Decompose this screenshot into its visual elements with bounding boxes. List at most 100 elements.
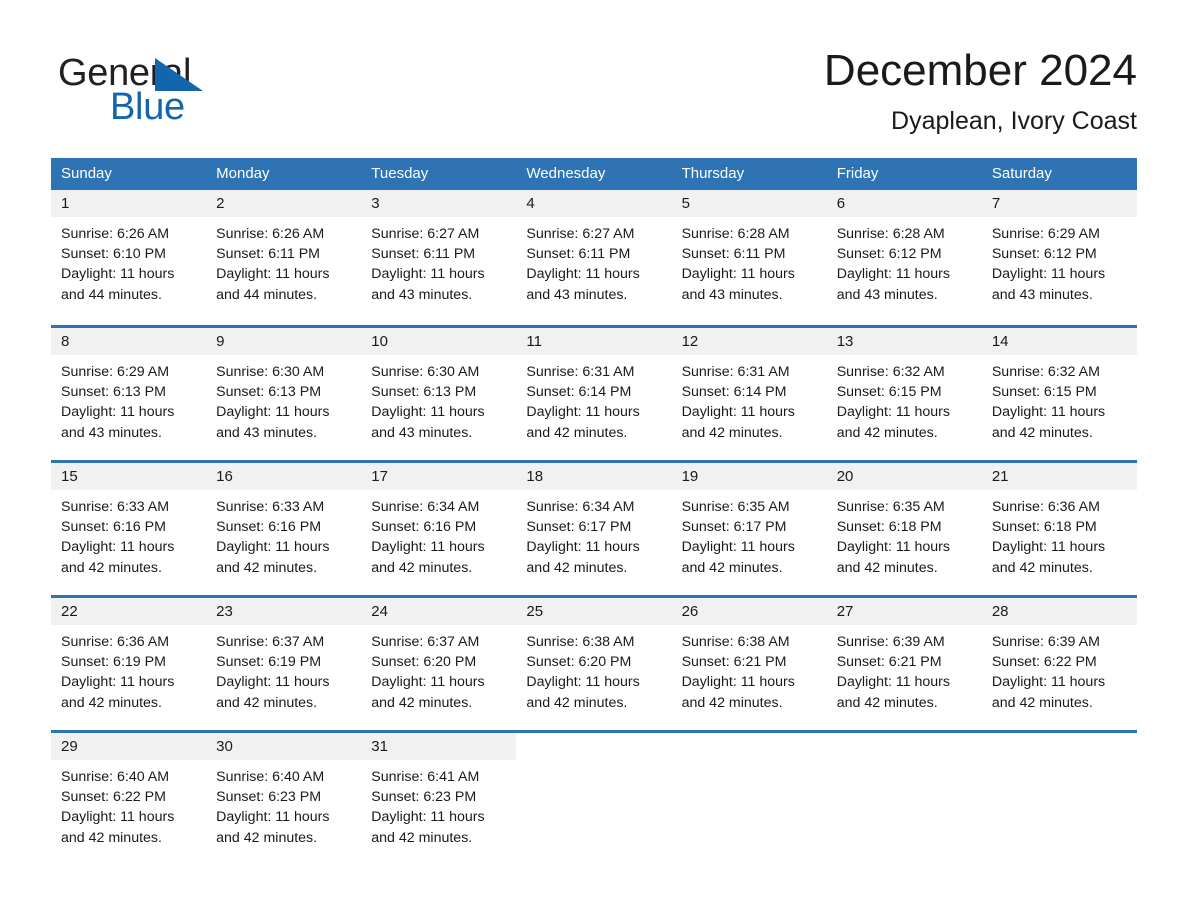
day-number: 29 xyxy=(61,738,78,755)
sunset-text: Sunset: 6:11 PM xyxy=(681,246,786,263)
calendar-day-cell[interactable]: 26 Sunrise: 6:38 AM Sunset: 6:21 PM Dayligh… xyxy=(671,598,827,726)
calendar-day-cell[interactable]: 25 Sunrise: 6:38 AM Sunset: 6:20 PM Dayligh… xyxy=(516,598,672,726)
day-number-band: 10 xyxy=(361,328,517,355)
daylight-text: Daylight: 11 hours and 43 minutes. xyxy=(371,404,485,441)
calendar-day-cell[interactable]: 30 Sunrise: 6:40 AM Sunset: 6:23 PM Dayligh… xyxy=(206,733,362,861)
generalblue-logo[interactable]: General Blue xyxy=(58,52,318,142)
day-number: 14 xyxy=(991,333,1009,350)
calendar-week-row: 15 Sunrise: 6:33 AM Sunset: 6:16 PM Dayligh… xyxy=(51,460,1137,591)
sunrise-text: Sunrise: 6:41 AM xyxy=(371,769,480,785)
calendar-day-cell[interactable]: 21 Sunrise: 6:36 AM Sunset: 6:18 PM Dayligh… xyxy=(981,463,1137,591)
day-number: 18 xyxy=(526,468,544,485)
sunset-text: Sunset: 6:16 PM xyxy=(216,519,322,536)
sunrise-text: Sunrise: 6:34 AM xyxy=(371,499,480,515)
day-number-band xyxy=(672,733,827,760)
calendar-day-cell[interactable]: 10 Sunrise: 6:30 AM Sunset: 6:13 PM Dayligh… xyxy=(361,328,517,456)
calendar-day-cell[interactable]: 31 Sunrise: 6:41 AM Sunset: 6:23 PM Dayligh… xyxy=(361,733,517,861)
calendar-day-cell[interactable]: 2 Sunrise: 6:26 AM Sunset: 6:11 PM Daylight… xyxy=(206,190,362,321)
sunrise-text: Sunrise: 6:31 AM xyxy=(681,364,790,380)
sunrise-text: Sunrise: 6:39 AM xyxy=(836,634,945,650)
day-number-band: 1 xyxy=(51,190,207,217)
calendar-day-cell[interactable]: 7 Sunrise: 6:29 AM Sunset: 6:12 PM Daylight… xyxy=(981,190,1137,321)
day-details: Sunrise: 6:28 AM Sunset: 6:12 PM Daylight:… xyxy=(827,217,982,305)
calendar-day-cell[interactable]: 23 Sunrise: 6:37 AM Sunset: 6:19 PM Dayligh… xyxy=(206,598,362,726)
day-number-band: 6 xyxy=(826,190,982,217)
daylight-text: Daylight: 11 hours and 42 minutes. xyxy=(991,404,1106,441)
weekday-header-saturday: Saturday xyxy=(991,165,1052,182)
sunrise-text: Sunrise: 6:35 AM xyxy=(681,499,790,515)
calendar-day-cell[interactable]: 28 Sunrise: 6:39 AM Sunset: 6:22 PM Dayligh… xyxy=(981,598,1137,726)
sunrise-text: Sunrise: 6:32 AM xyxy=(836,364,945,380)
sunset-text: Sunset: 6:13 PM xyxy=(61,384,166,401)
day-details: Sunrise: 6:37 AM Sunset: 6:19 PM Daylight:… xyxy=(206,625,361,713)
sunrise-text: Sunrise: 6:30 AM xyxy=(216,364,325,380)
sunset-text: Sunset: 6:11 PM xyxy=(371,246,476,263)
sunset-text: Sunset: 6:15 PM xyxy=(991,384,1097,401)
calendar-day-cell[interactable]: 1 Sunrise: 6:26 AM Sunset: 6:10 PM Daylight… xyxy=(51,190,207,321)
calendar-day-cell[interactable]: 8 Sunrise: 6:29 AM Sunset: 6:13 PM Daylight… xyxy=(51,328,207,456)
day-number: 13 xyxy=(836,333,854,350)
calendar-day-cell[interactable]: 18 Sunrise: 6:34 AM Sunset: 6:17 PM Dayligh… xyxy=(516,463,672,591)
calendar-day-cell-empty xyxy=(516,733,672,861)
sunrise-text: Sunrise: 6:28 AM xyxy=(836,226,945,242)
day-details: Sunrise: 6:35 AM Sunset: 6:17 PM Daylight:… xyxy=(672,490,827,578)
calendar-day-cell[interactable]: 13 Sunrise: 6:32 AM Sunset: 6:15 PM Dayligh… xyxy=(826,328,982,456)
calendar-day-cell[interactable]: 29 Sunrise: 6:40 AM Sunset: 6:22 PM Dayligh… xyxy=(51,733,207,861)
calendar-day-cell[interactable]: 12 Sunrise: 6:31 AM Sunset: 6:14 PM Dayligh… xyxy=(671,328,827,456)
day-number-band: 15 xyxy=(51,463,207,490)
weekday-header-monday: Monday xyxy=(216,165,270,182)
calendar-day-cell[interactable]: 9 Sunrise: 6:30 AM Sunset: 6:13 PM Daylight… xyxy=(206,328,362,456)
sunset-text: Sunset: 6:21 PM xyxy=(681,654,787,671)
sunset-text: Sunset: 6:13 PM xyxy=(371,384,477,401)
sunset-text: Sunset: 6:23 PM xyxy=(216,789,322,806)
day-number-band: 17 xyxy=(361,463,517,490)
day-details: Sunrise: 6:40 AM Sunset: 6:23 PM Daylight:… xyxy=(206,760,361,848)
calendar-day-cell[interactable]: 19 Sunrise: 6:35 AM Sunset: 6:17 PM Dayligh… xyxy=(671,463,827,591)
day-number: 10 xyxy=(371,333,388,350)
day-details: Sunrise: 6:38 AM Sunset: 6:20 PM Daylight:… xyxy=(516,625,671,713)
calendar-day-cell[interactable]: 4 Sunrise: 6:27 AM Sunset: 6:11 PM Daylight… xyxy=(516,190,672,321)
day-details: Sunrise: 6:32 AM Sunset: 6:15 PM Daylight:… xyxy=(827,355,982,443)
calendar-day-cell[interactable]: 14 Sunrise: 6:32 AM Sunset: 6:15 PM Dayligh… xyxy=(981,328,1137,456)
daylight-text: Daylight: 11 hours and 44 minutes. xyxy=(216,266,330,303)
sunset-text: Sunset: 6:13 PM xyxy=(216,384,322,401)
day-number: 26 xyxy=(681,603,699,620)
calendar-body: 1 Sunrise: 6:26 AM Sunset: 6:10 PM Daylight… xyxy=(51,190,1137,861)
daylight-text: Daylight: 11 hours and 42 minutes. xyxy=(991,539,1106,576)
calendar-day-cell[interactable]: 17 Sunrise: 6:34 AM Sunset: 6:16 PM Dayligh… xyxy=(361,463,517,591)
sunrise-text: Sunrise: 6:39 AM xyxy=(991,634,1100,650)
day-number: 25 xyxy=(526,603,544,620)
calendar-day-cell[interactable]: 15 Sunrise: 6:33 AM Sunset: 6:16 PM Dayligh… xyxy=(51,463,207,591)
daylight-text: Daylight: 11 hours and 42 minutes. xyxy=(836,404,951,441)
sunrise-text: Sunrise: 6:40 AM xyxy=(61,769,170,785)
sunset-text: Sunset: 6:22 PM xyxy=(61,789,166,806)
calendar-day-cell[interactable]: 16 Sunrise: 6:33 AM Sunset: 6:16 PM Dayligh… xyxy=(206,463,362,591)
sunrise-text: Sunrise: 6:31 AM xyxy=(526,364,635,380)
daylight-text: Daylight: 11 hours and 42 minutes. xyxy=(61,674,175,711)
calendar-day-cell[interactable]: 6 Sunrise: 6:28 AM Sunset: 6:12 PM Daylight… xyxy=(826,190,982,321)
calendar-day-cell[interactable]: 3 Sunrise: 6:27 AM Sunset: 6:11 PM Daylight… xyxy=(361,190,517,321)
day-number-band: 11 xyxy=(516,328,672,355)
daylight-text: Daylight: 11 hours and 42 minutes. xyxy=(371,539,485,576)
sunrise-text: Sunrise: 6:35 AM xyxy=(836,499,945,515)
sunset-text: Sunset: 6:17 PM xyxy=(681,519,787,536)
day-number: 1 xyxy=(61,195,70,212)
sunrise-text: Sunrise: 6:26 AM xyxy=(61,226,170,242)
day-number-band: 25 xyxy=(516,598,672,625)
calendar-day-cell[interactable]: 27 Sunrise: 6:39 AM Sunset: 6:21 PM Dayligh… xyxy=(826,598,982,726)
calendar-page: General Blue December 2024 Dyaplean, Ivo… xyxy=(0,0,1188,918)
day-number-band: 29 xyxy=(51,733,207,760)
daylight-text: Daylight: 11 hours and 44 minutes. xyxy=(61,266,175,303)
logo-text-blue: Blue xyxy=(110,86,185,128)
page-subtitle: Dyaplean, Ivory Coast xyxy=(891,107,1137,135)
day-details: Sunrise: 6:29 AM Sunset: 6:12 PM Daylight:… xyxy=(982,217,1137,305)
calendar-day-cell[interactable]: 11 Sunrise: 6:31 AM Sunset: 6:14 PM Dayligh… xyxy=(516,328,672,456)
day-number: 21 xyxy=(991,468,1009,485)
calendar-day-cell[interactable]: 20 Sunrise: 6:35 AM Sunset: 6:18 PM Dayligh… xyxy=(826,463,982,591)
calendar-day-cell[interactable]: 22 Sunrise: 6:36 AM Sunset: 6:19 PM Dayligh… xyxy=(51,598,207,726)
calendar-week-row: 22 Sunrise: 6:36 AM Sunset: 6:19 PM Dayligh… xyxy=(51,595,1137,726)
day-details: Sunrise: 6:33 AM Sunset: 6:16 PM Daylight:… xyxy=(51,490,206,578)
sunrise-text: Sunrise: 6:29 AM xyxy=(61,364,170,380)
calendar-day-cell[interactable]: 5 Sunrise: 6:28 AM Sunset: 6:11 PM Daylight… xyxy=(671,190,827,321)
calendar-day-cell[interactable]: 24 Sunrise: 6:37 AM Sunset: 6:20 PM Dayligh… xyxy=(361,598,517,726)
